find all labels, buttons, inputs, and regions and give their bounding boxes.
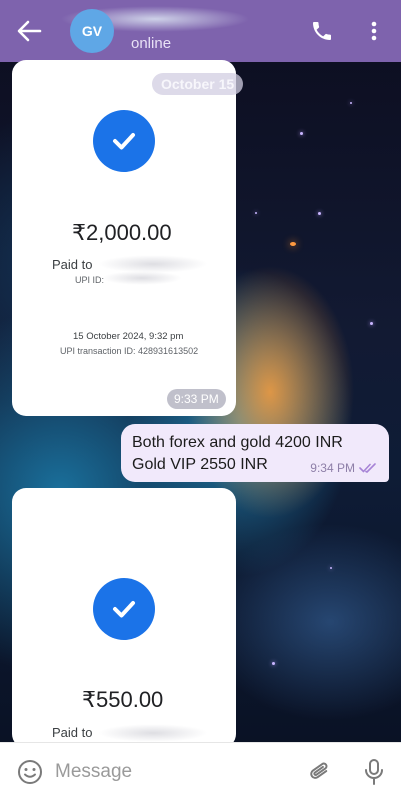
message-meta: 9:34 PM (310, 461, 377, 475)
transaction-id: UPI transaction ID: 428931613502 (60, 346, 199, 356)
contact-status: online (131, 35, 172, 52)
message-composer (0, 742, 401, 800)
emoji-icon[interactable] (17, 759, 43, 785)
payment-amount: ₹2,000.00 (72, 220, 172, 245)
checkmark-circle-icon (93, 578, 155, 640)
message-input[interactable] (55, 757, 285, 787)
chat-header: GV online (0, 0, 401, 62)
message-time: 9:34 PM (310, 461, 355, 475)
outgoing-text-message[interactable]: Both forex and gold 4200 INR Gold VIP 25… (121, 424, 389, 482)
paid-to-label: Paid to (52, 725, 93, 740)
microphone-icon[interactable] (362, 758, 386, 786)
back-arrow-icon[interactable] (16, 19, 42, 43)
transaction-datetime: 15 October 2024, 9:32 pm (73, 331, 184, 342)
payment-amount: ₹550.00 (82, 687, 164, 712)
paid-to-label: Paid to (52, 257, 93, 272)
date-separator: October 15 (152, 73, 244, 95)
more-vertical-icon[interactable] (364, 19, 384, 43)
avatar[interactable]: GV (70, 9, 114, 53)
checkmark-circle-icon (93, 110, 155, 172)
message-time: 9:33 PM (167, 389, 226, 409)
payment-receipt-message[interactable]: ₹550.00 Paid to (12, 488, 236, 748)
upi-id-label: UPI ID: (75, 275, 105, 285)
payment-receipt-message[interactable]: ₹2,000.00 Paid to UPI ID: 15 October 202… (12, 60, 236, 416)
phone-icon[interactable] (310, 19, 334, 43)
redacted-payee (98, 724, 208, 742)
paperclip-icon[interactable] (307, 759, 333, 785)
redacted-upi-id (102, 271, 182, 285)
double-check-icon (359, 463, 376, 473)
